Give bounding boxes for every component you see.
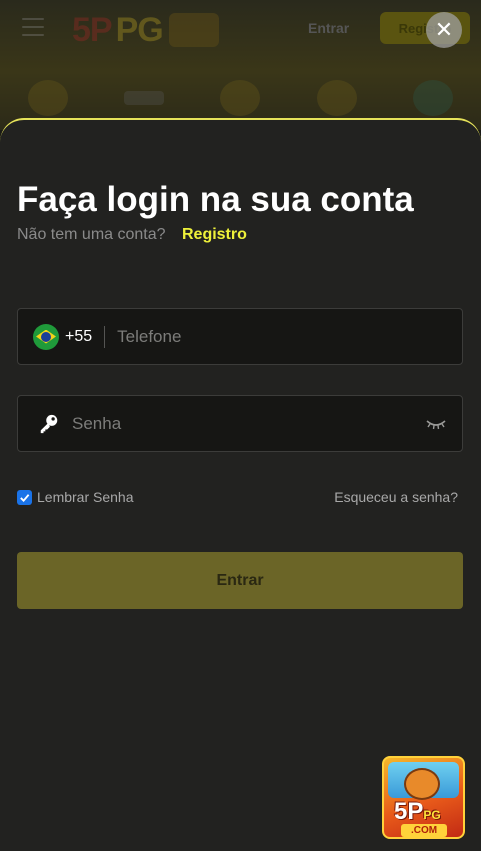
app-logo-sub-text: PG [423, 808, 441, 822]
hamburger-menu-icon [22, 18, 44, 36]
remember-password-checkbox[interactable] [17, 489, 32, 505]
eye-closed-icon[interactable] [426, 417, 446, 431]
forgot-password-link[interactable]: Esqueceu a senha? [334, 489, 458, 505]
key-icon [40, 414, 58, 433]
mascot-icon [404, 768, 440, 800]
close-button[interactable]: ✕ [426, 12, 462, 48]
register-link[interactable]: Registro [182, 226, 247, 243]
dial-code[interactable]: +55 [65, 328, 92, 346]
page-title: Faça login na sua conta [17, 180, 414, 219]
close-icon: ✕ [434, 17, 454, 42]
remember-password[interactable]: Lembrar Senha [17, 489, 134, 505]
brazil-flag-icon[interactable] [33, 323, 59, 350]
remember-password-label: Lembrar Senha [37, 489, 134, 505]
app-logo-text: 5PPG [394, 798, 441, 826]
phone-input[interactable] [105, 309, 462, 364]
game-category-icon [220, 80, 261, 116]
background-brand-secondary: PG [115, 10, 164, 49]
phone-field: +55 [17, 308, 463, 365]
game-category-icon [412, 80, 453, 116]
checkmark-icon [20, 493, 30, 502]
background-brand-primary: 5P [72, 10, 113, 49]
no-account-text: Não tem uma conta? [17, 226, 166, 243]
password-input[interactable] [60, 396, 426, 451]
game-category-icon [316, 80, 357, 116]
no-account-row: Não tem uma conta? Registro [17, 226, 247, 244]
brand-badge-icon [168, 13, 219, 47]
game-category-icon [28, 80, 69, 116]
app-logo-domain: .COM [401, 824, 447, 837]
app-logo-main-text: 5P [394, 798, 424, 825]
background-header: 5P PG Entrar Registro [0, 0, 481, 130]
login-submit-button[interactable]: Entrar [17, 552, 463, 609]
game-category-icon [124, 91, 165, 105]
background-login-link: Entrar [308, 20, 350, 36]
login-modal: Faça login na sua conta Não tem uma cont… [0, 118, 481, 851]
app-logo[interactable]: 5PPG .COM [382, 756, 465, 839]
password-field [17, 395, 463, 452]
background-brand-logo: 5P PG [72, 8, 248, 52]
